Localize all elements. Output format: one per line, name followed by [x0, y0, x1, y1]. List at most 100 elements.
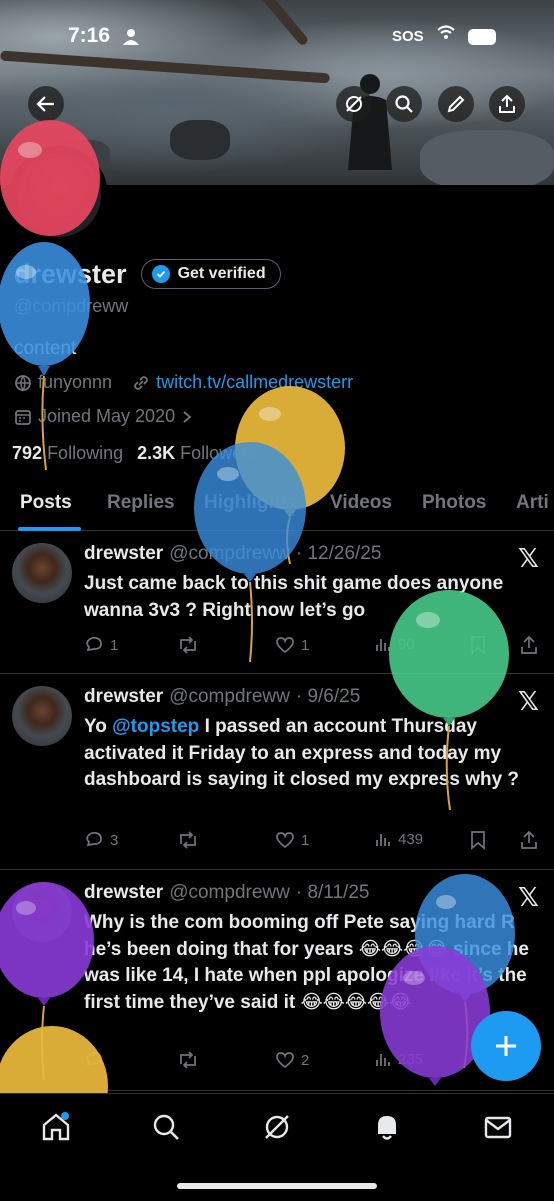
reply-button[interactable]: 1	[84, 635, 118, 655]
repost-icon	[180, 636, 196, 654]
x-logo-icon[interactable]: 𝕏	[518, 543, 539, 574]
followers-link[interactable]: 2.3K Followers	[137, 443, 257, 464]
repost-button[interactable]	[177, 1050, 205, 1070]
location-icon	[15, 374, 31, 391]
post-author-name[interactable]: drewster	[84, 882, 163, 904]
followers-count: 2.3K	[137, 443, 176, 463]
repost-button[interactable]	[177, 830, 205, 850]
status-time: 7:16	[68, 24, 111, 47]
post-avatar[interactable]	[12, 686, 72, 746]
banner-log	[0, 50, 330, 84]
reply-button[interactable]	[84, 1050, 110, 1070]
grok-button[interactable]	[336, 86, 372, 122]
follow-stats: 792 Following 2.3K Followers	[12, 443, 257, 464]
home-indicator	[177, 1183, 377, 1189]
post-author-name[interactable]: drewster	[84, 686, 163, 708]
post-text: Why is the com booming off Pete saying h…	[84, 912, 529, 1013]
bookmark-button[interactable]	[470, 830, 486, 850]
post-text-pre: Yo	[84, 716, 113, 737]
search-icon	[395, 95, 413, 113]
following-count: 792	[12, 443, 43, 463]
profile-joined[interactable]: Joined May 2020	[14, 406, 193, 427]
status-bar: 7:16 SOS	[0, 22, 554, 52]
calendar-icon	[15, 409, 31, 425]
views-count: 90	[398, 635, 415, 653]
repost-icon	[180, 1051, 196, 1069]
views-button[interactable]: 90	[374, 635, 415, 653]
post[interactable]: drewster @compdreww · 9/6/25 𝕏 Yo @topst…	[0, 674, 554, 870]
get-verified-label: Get verified	[177, 265, 266, 282]
post-actions: 1 1 90	[84, 635, 544, 659]
views-count: 235	[398, 1050, 424, 1068]
post[interactable]: drewster @compdreww · 8/11/25 𝕏 Why is t…	[0, 870, 554, 1091]
post-mention-link[interactable]: @topstep	[112, 716, 199, 737]
share-icon	[521, 635, 537, 654]
profile-bio: content	[14, 338, 77, 359]
link-icon	[134, 375, 148, 390]
repost-button[interactable]	[177, 635, 205, 655]
search-icon[interactable]	[149, 1110, 183, 1144]
profile-meta: funyonnn twitch.tv/callmedrewsterr	[14, 372, 353, 393]
post-avatar[interactable]	[12, 882, 72, 942]
views-button[interactable]: 439	[374, 830, 423, 848]
profile-handle: @compdreww	[14, 296, 129, 316]
share-button[interactable]	[489, 86, 525, 122]
reply-button[interactable]: 3	[84, 830, 118, 850]
reply-count: 3	[110, 831, 119, 849]
post-header: drewster @compdreww · 9/6/25	[84, 686, 360, 708]
bookmark-button[interactable]	[470, 635, 486, 655]
post-author-handle: @compdreww	[169, 882, 290, 903]
post-date: · 12/26/25	[295, 543, 382, 564]
x-logo-icon[interactable]: 𝕏	[518, 686, 539, 717]
profile-avatar[interactable]	[10, 146, 108, 244]
like-button[interactable]: 2	[275, 1050, 309, 1070]
messages-icon[interactable]	[481, 1110, 515, 1144]
views-button[interactable]: 235	[374, 1050, 423, 1068]
heart-icon	[276, 832, 294, 849]
like-count: 1	[301, 636, 310, 654]
profile-link[interactable]: twitch.tv/callmedrewsterr	[156, 372, 353, 393]
banner-rock	[420, 130, 554, 185]
share-icon	[499, 94, 515, 113]
reply-icon	[86, 1051, 102, 1067]
share-icon	[521, 830, 537, 849]
get-verified-button[interactable]: Get verified	[140, 259, 281, 289]
grok-icon[interactable]	[260, 1110, 294, 1144]
tab-articles[interactable]: Arti	[516, 492, 549, 514]
post-date: · 9/6/25	[295, 686, 361, 707]
post[interactable]: drewster @compdreww · 12/26/25 𝕏 Just ca…	[0, 531, 554, 674]
tab-replies[interactable]: Replies	[107, 492, 175, 514]
views-count: 439	[398, 830, 424, 848]
post-author-name[interactable]: drewster	[84, 543, 163, 565]
profile-location: funyonnn	[38, 372, 113, 392]
chevron-right-icon	[183, 410, 192, 423]
post-share-button[interactable]	[520, 830, 538, 850]
x-logo-icon[interactable]: 𝕏	[518, 882, 539, 913]
post-actions: 3 1 439	[84, 830, 544, 854]
post-share-button[interactable]	[520, 635, 538, 655]
views-icon	[376, 639, 390, 651]
bookmark-icon	[471, 636, 485, 655]
back-button[interactable]	[28, 86, 64, 122]
status-sos: SOS	[392, 28, 424, 45]
tab-photos[interactable]: Photos	[422, 492, 486, 514]
following-link[interactable]: 792 Following	[12, 443, 123, 464]
reply-icon	[86, 636, 102, 652]
profile-name: drewster	[14, 258, 127, 289]
views-icon	[376, 1054, 390, 1066]
like-button[interactable]: 1	[275, 830, 309, 850]
bookmark-icon	[471, 831, 485, 850]
tab-videos[interactable]: Videos	[330, 492, 392, 514]
post-date: · 8/11/25	[295, 882, 370, 903]
search-button[interactable]	[386, 86, 422, 122]
compose-button[interactable]	[471, 1011, 541, 1081]
home-icon[interactable]	[39, 1110, 73, 1144]
like-button[interactable]: 1	[275, 635, 309, 655]
edit-button[interactable]	[438, 86, 474, 122]
avatar-photo	[17, 153, 101, 237]
tab-highlights[interactable]: Highlights	[204, 492, 297, 514]
profile-name-row: drewster Get verified	[14, 256, 281, 292]
post-avatar[interactable]	[12, 543, 72, 603]
tab-posts[interactable]: Posts	[20, 492, 72, 514]
notifications-icon[interactable]	[370, 1110, 404, 1144]
